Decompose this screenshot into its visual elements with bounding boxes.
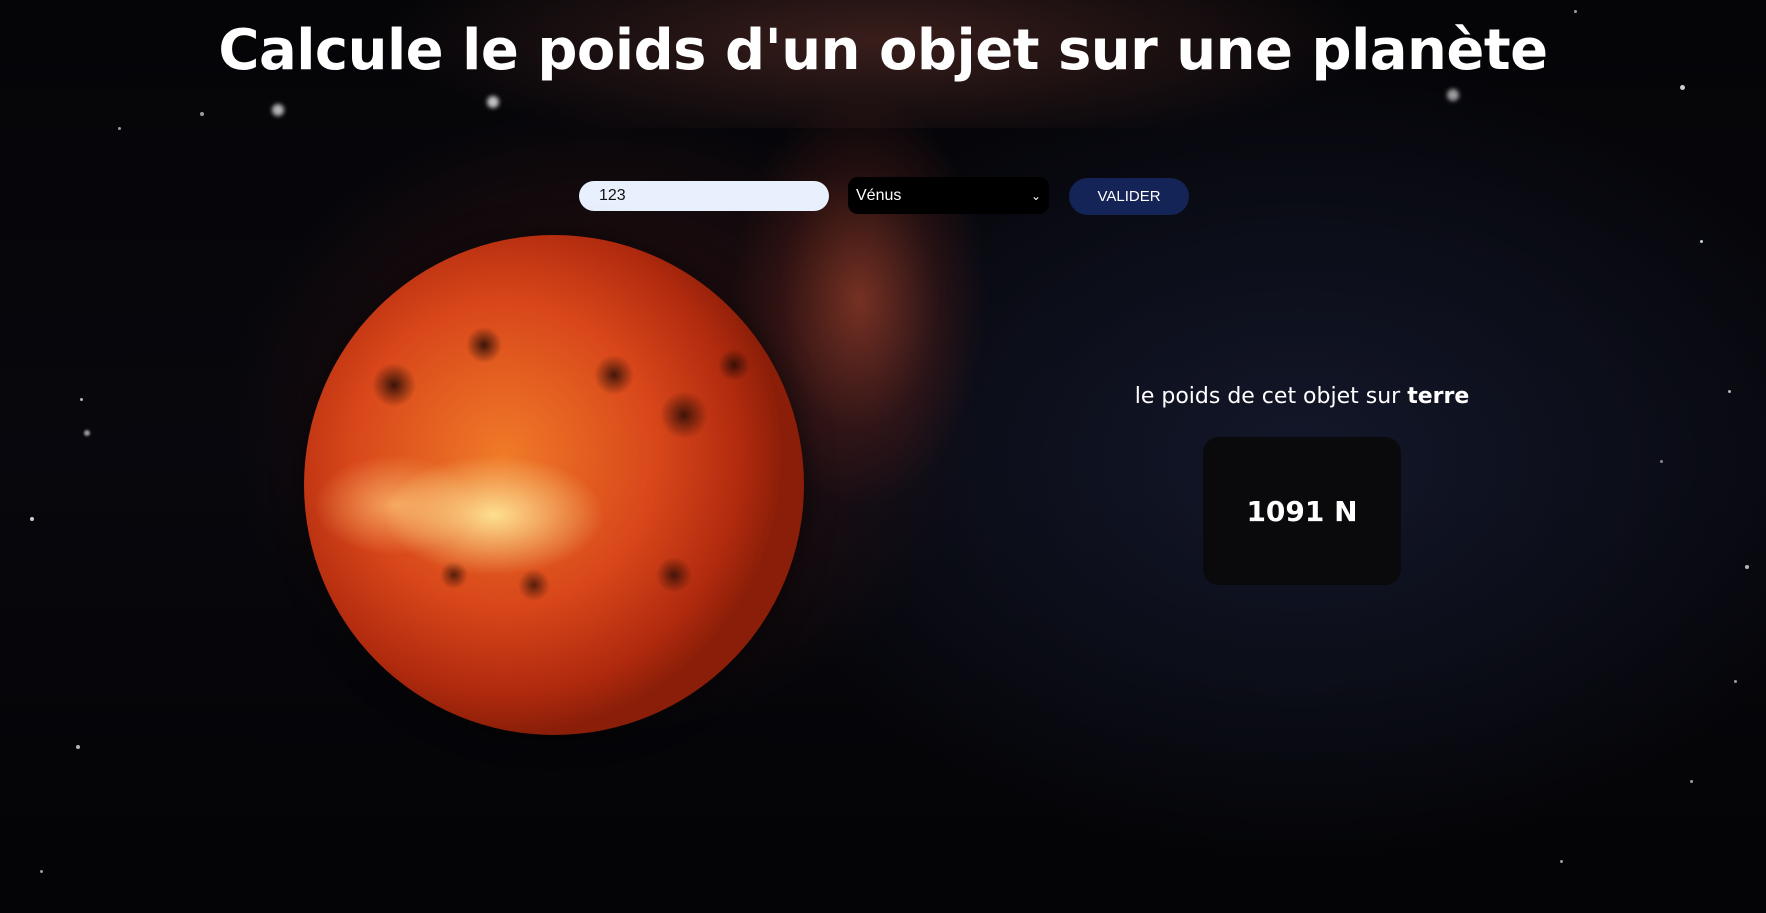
star xyxy=(1660,460,1663,463)
result-label-prefix: le poids de cet objet sur xyxy=(1134,384,1408,409)
star xyxy=(1690,780,1693,783)
planet-select-value: Vénus xyxy=(856,186,902,204)
weight-input[interactable] xyxy=(579,181,829,211)
star xyxy=(200,112,204,116)
star xyxy=(272,104,284,116)
star xyxy=(487,96,499,108)
page-title: Calcule le poids d'un objet sur une plan… xyxy=(218,18,1548,83)
result-box: 1091 N xyxy=(1203,437,1401,585)
chevron-down-icon: ⌄ xyxy=(1030,188,1041,203)
validate-button[interactable]: VALIDER xyxy=(1069,178,1189,215)
star xyxy=(1700,240,1703,243)
venus-planet-image xyxy=(304,235,804,735)
star xyxy=(76,745,80,749)
star xyxy=(84,430,90,436)
star xyxy=(80,398,83,401)
star xyxy=(1734,680,1737,683)
star xyxy=(1728,390,1731,393)
star xyxy=(1560,860,1563,863)
star xyxy=(1574,10,1577,13)
star xyxy=(40,870,43,873)
star xyxy=(1447,89,1459,101)
result-label: le poids de cet objet sur terre xyxy=(1100,384,1504,409)
star xyxy=(30,517,34,521)
star xyxy=(1680,85,1685,90)
star xyxy=(118,127,121,130)
planet-select[interactable]: Vénus ⌄ xyxy=(848,177,1049,214)
result-value: 1091 N xyxy=(1246,494,1358,528)
star xyxy=(1745,565,1749,569)
result-label-planet: terre xyxy=(1407,384,1470,409)
